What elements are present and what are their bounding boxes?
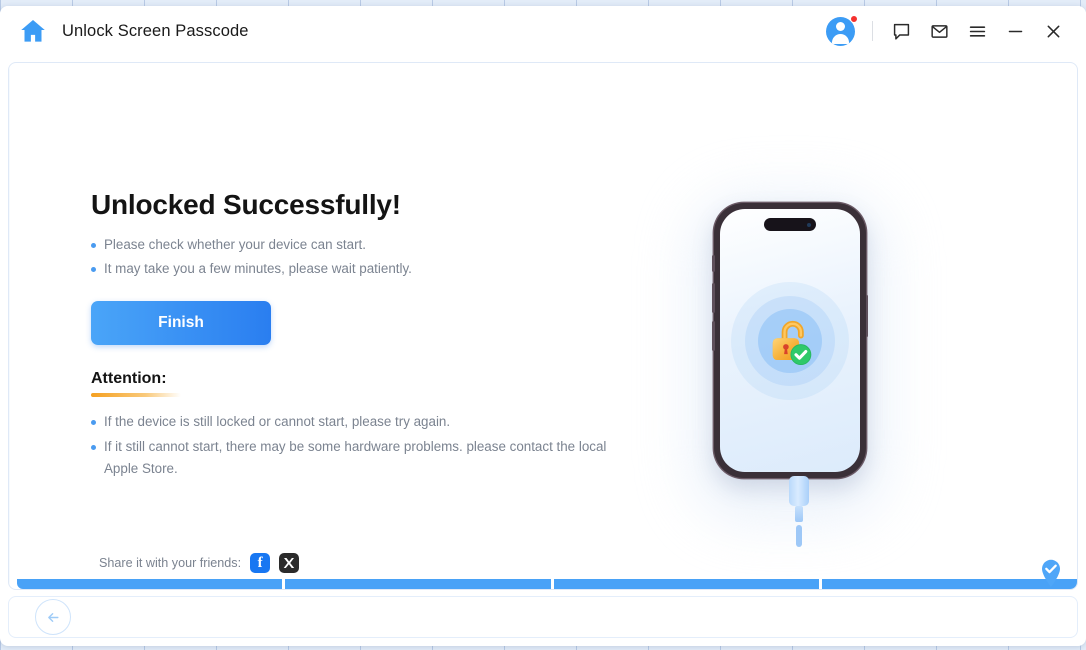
result-text-column: Unlocked Successfully! Please check whet…: [91, 189, 611, 483]
front-camera-icon: [806, 222, 811, 227]
mute-switch-icon: [712, 255, 715, 272]
app-title: Unlock Screen Passcode: [62, 21, 249, 40]
dynamic-island: [764, 218, 816, 231]
finish-button[interactable]: Finish: [91, 301, 271, 345]
progress-complete-check: [1042, 559, 1060, 587]
unlocked-padlock-icon: [730, 281, 850, 401]
volume-down-button-icon: [712, 321, 715, 351]
facebook-share-icon[interactable]: f: [250, 553, 271, 573]
progress-segment: [285, 579, 551, 589]
note-list: Please check whether your device can sta…: [91, 234, 611, 280]
desktop-background: Unlock Screen Passcode Unlocked Successf…: [0, 0, 1086, 650]
account-avatar-icon[interactable]: [826, 14, 860, 48]
attention-note-list: If the device is still locked or cannot …: [91, 411, 611, 481]
phone-screen: [720, 209, 860, 472]
progress-segment: [17, 579, 283, 589]
list-item: Please check whether your device can sta…: [91, 234, 611, 257]
mail-envelope-icon[interactable]: [920, 12, 958, 50]
power-button-icon: [865, 295, 868, 337]
iphone-illustration: [649, 173, 949, 573]
attention-section: Attention: If the device is still locked…: [91, 370, 611, 481]
progress-bar: [17, 579, 1077, 589]
chat-bubble-icon[interactable]: [882, 12, 920, 50]
list-item: It may take you a few minutes, please wa…: [91, 258, 611, 281]
attention-title: Attention:: [91, 370, 167, 387]
phone-frame: [712, 203, 868, 478]
progress-segment: [553, 579, 819, 589]
notification-dot: [850, 15, 858, 23]
x-twitter-share-icon[interactable]: [279, 553, 300, 573]
list-item: If it still cannot start, there may be s…: [91, 436, 611, 481]
app-window: Unlock Screen Passcode Unlocked Successf…: [0, 6, 1086, 646]
list-item: If the device is still locked or cannot …: [91, 411, 611, 434]
title-bar: Unlock Screen Passcode: [0, 6, 1086, 56]
facebook-glyph: f: [257, 555, 263, 571]
volume-up-button-icon: [712, 283, 715, 313]
titlebar-controls: [826, 6, 1072, 56]
close-icon[interactable]: [1034, 12, 1072, 50]
back-arrow-icon: [47, 612, 59, 622]
minimize-icon[interactable]: [996, 12, 1034, 50]
attention-underline: [91, 393, 181, 397]
footer-bar: [8, 596, 1078, 638]
share-row: Share it with your friends: f: [99, 553, 300, 573]
main-content-panel: Unlocked Successfully! Please check whet…: [8, 62, 1078, 590]
hamburger-menu-icon[interactable]: [958, 12, 996, 50]
collapsed-sidebar-sliver[interactable]: [9, 63, 10, 589]
usb-cable-icon: [789, 476, 809, 547]
titlebar-divider: [872, 21, 873, 41]
back-button[interactable]: [35, 599, 71, 635]
share-label: Share it with your friends:: [99, 556, 242, 570]
home-icon[interactable]: [18, 16, 48, 46]
page-title: Unlocked Successfully!: [91, 189, 401, 220]
